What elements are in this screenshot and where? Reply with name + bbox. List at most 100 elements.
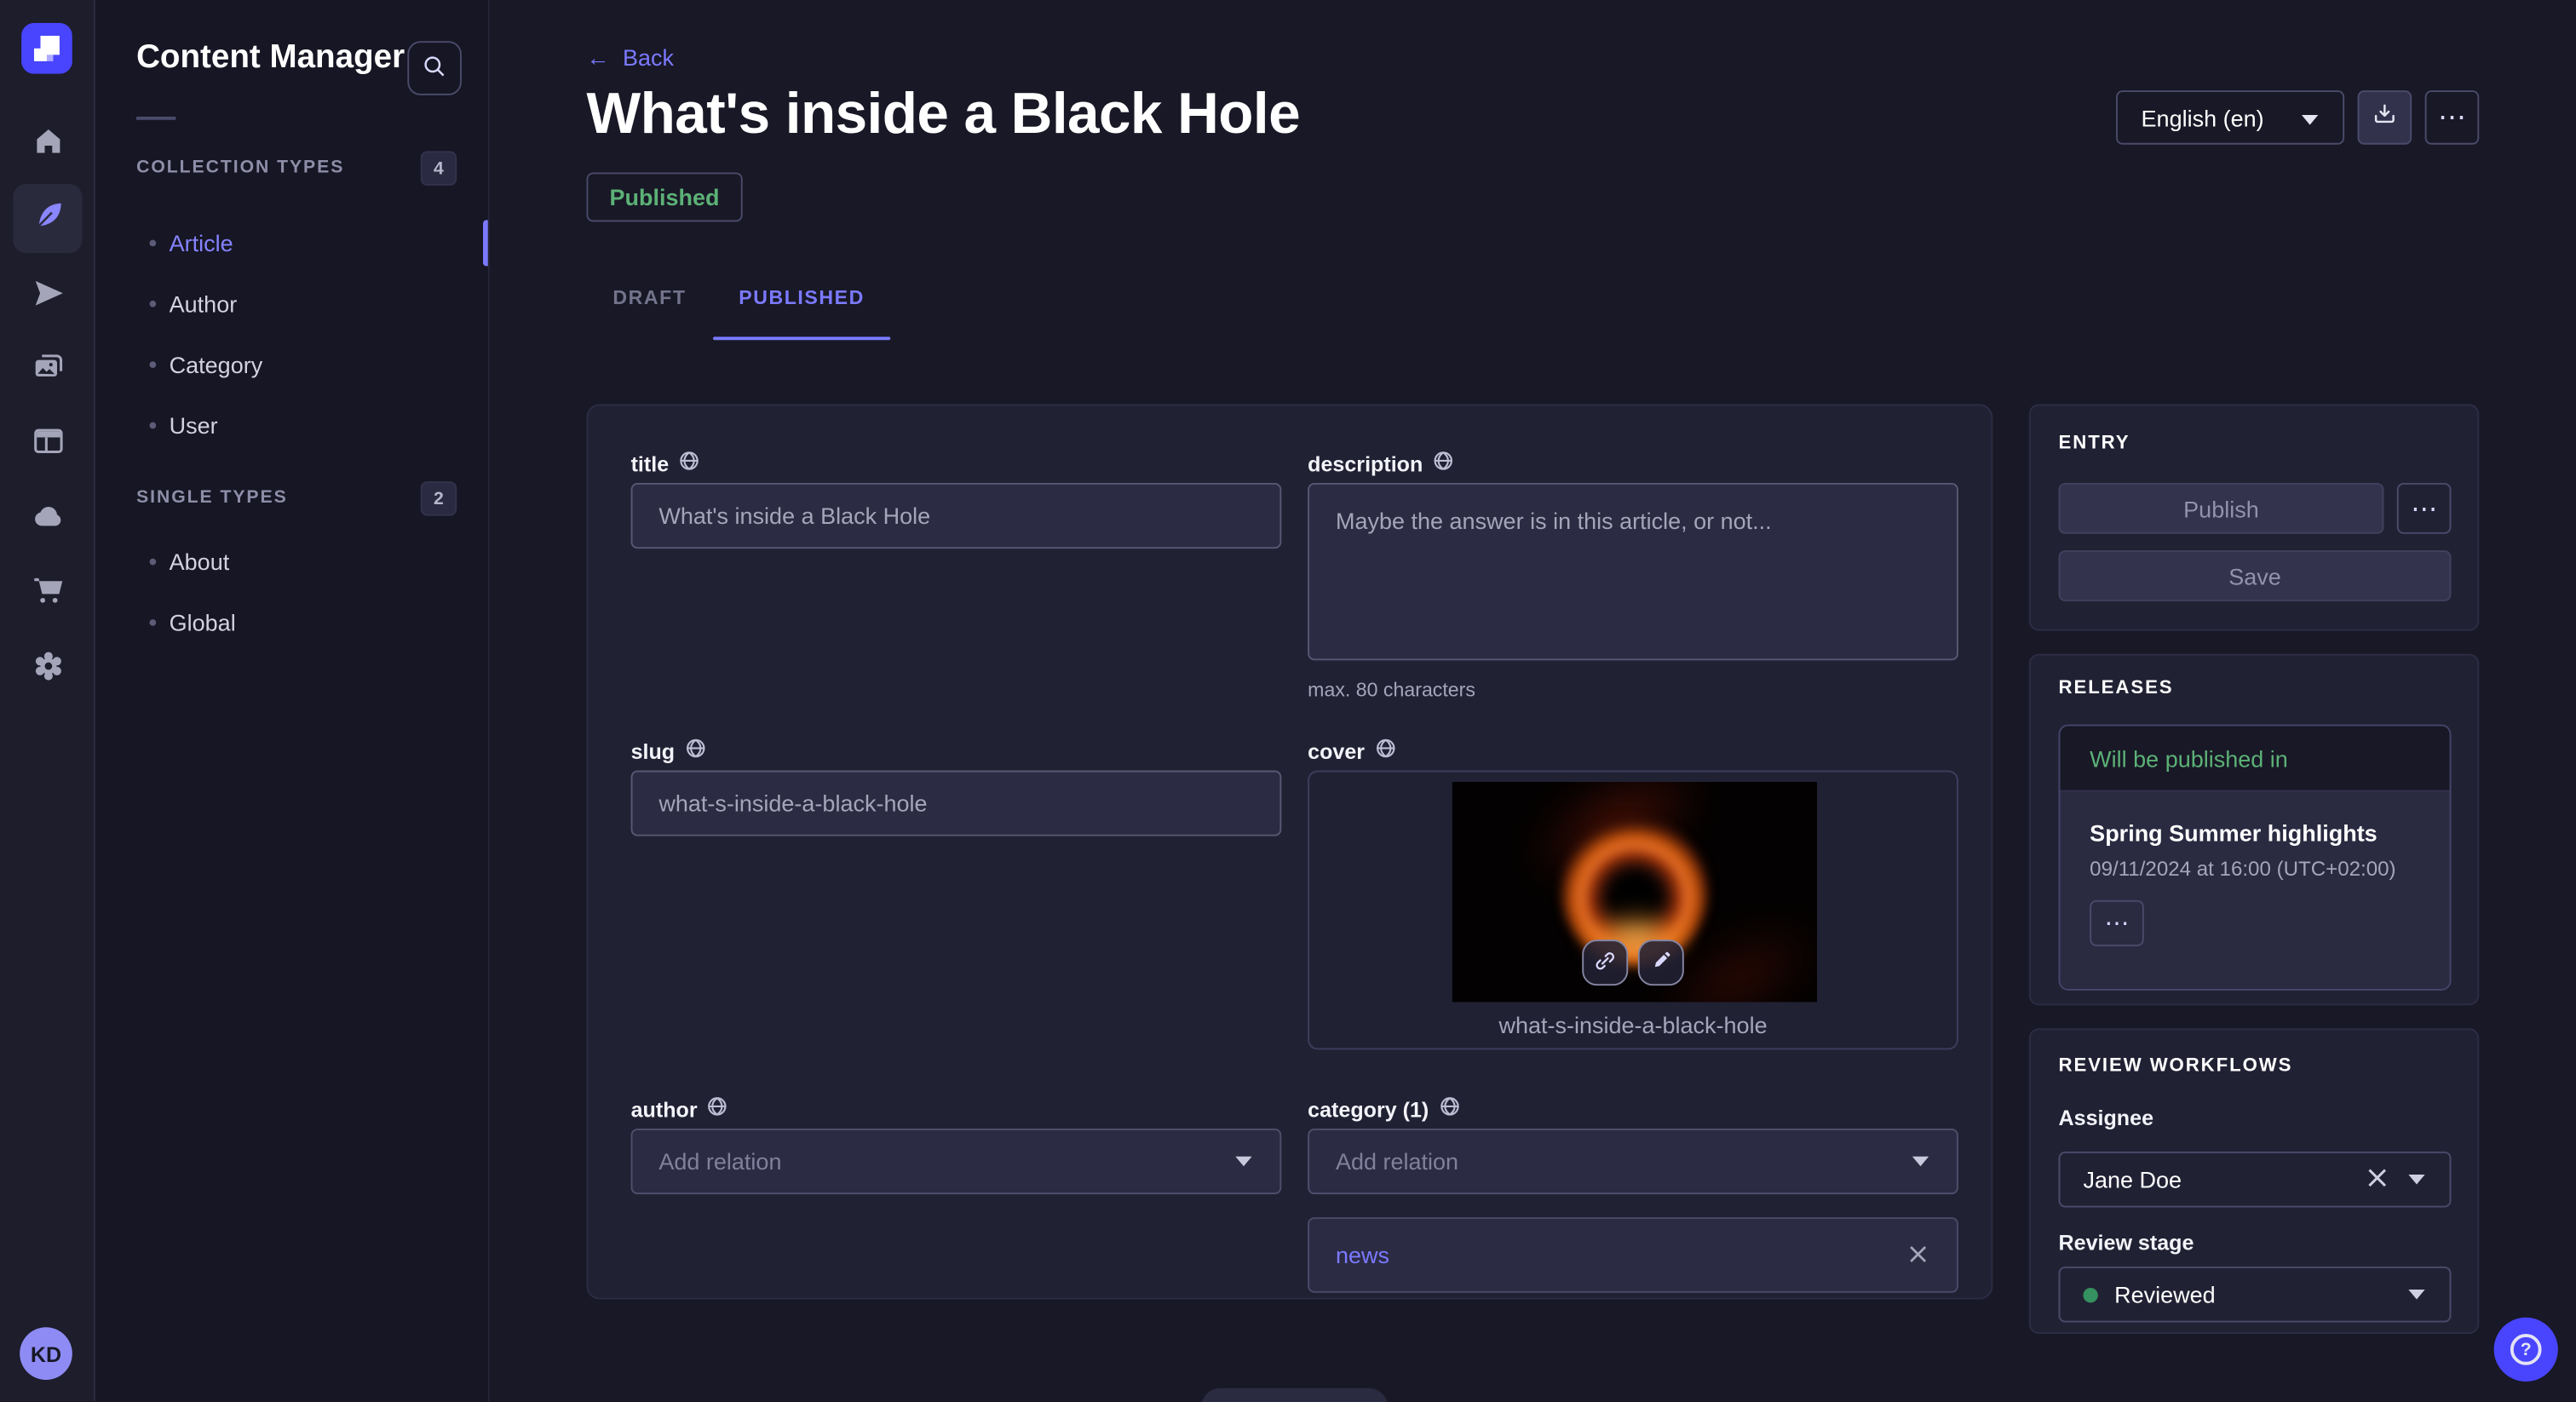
publish-button[interactable]: Publish bbox=[2059, 483, 2384, 534]
remove-relation-button[interactable] bbox=[1906, 1239, 1930, 1271]
field-cover: cover bbox=[1308, 738, 1958, 771]
download-icon bbox=[2371, 100, 2399, 135]
slug-input[interactable] bbox=[631, 771, 1282, 836]
strapi-logo[interactable] bbox=[21, 23, 72, 74]
sidebar-item-author[interactable]: Author bbox=[136, 284, 471, 324]
category-placeholder: Add relation bbox=[1336, 1148, 1458, 1175]
stage-value: Reviewed bbox=[2114, 1281, 2406, 1307]
sidebar-divider bbox=[136, 117, 175, 120]
field-cover-label: cover bbox=[1308, 738, 1365, 763]
edit-form-panel: title description Maybe the answer is in… bbox=[587, 404, 1993, 1299]
nav-releases-button[interactable] bbox=[13, 261, 82, 330]
releases-panel: RELEASES Will be published in Spring Sum… bbox=[2029, 654, 2479, 1006]
category-relation-select[interactable]: Add relation bbox=[1308, 1129, 1958, 1194]
pencil-icon bbox=[1648, 948, 1673, 978]
releases-panel-title: RELEASES bbox=[2059, 679, 2174, 698]
content-manager-sidebar: Content Manager COLLECTION TYPES 4 Artic… bbox=[95, 0, 490, 1401]
sidebar-item-label: About bbox=[170, 549, 230, 575]
sidebar-search-button[interactable] bbox=[407, 41, 462, 95]
review-workflows-panel: REVIEW WORKFLOWS Assignee Jane Doe Revie… bbox=[2029, 1028, 2479, 1334]
nav-home-button[interactable] bbox=[13, 110, 82, 179]
nav-content-manager-button[interactable] bbox=[13, 184, 82, 253]
field-slug-label: slug bbox=[631, 738, 676, 763]
title-input[interactable] bbox=[631, 483, 1282, 549]
globe-icon bbox=[1375, 738, 1396, 764]
nav-marketplace-button[interactable] bbox=[13, 559, 82, 628]
sidebar-item-label: Global bbox=[170, 610, 236, 636]
author-placeholder: Add relation bbox=[658, 1148, 781, 1175]
nav-media-library-button[interactable] bbox=[13, 335, 82, 404]
sidebar-item-user[interactable]: User bbox=[136, 405, 471, 445]
field-slug: slug bbox=[631, 738, 1282, 836]
nav-deploy-button[interactable] bbox=[13, 485, 82, 554]
cover-filename: what-s-inside-a-black-hole bbox=[1309, 1012, 1957, 1038]
chevron-down-icon bbox=[1233, 1146, 1253, 1176]
sidebar-item-about[interactable]: About bbox=[136, 542, 471, 581]
release-more-button[interactable]: ⋯ bbox=[2090, 900, 2144, 946]
clear-assignee-button[interactable] bbox=[2364, 1164, 2390, 1195]
sidebar-item-category[interactable]: Category bbox=[136, 345, 471, 384]
release-name[interactable]: Spring Summer highlights bbox=[2090, 819, 2420, 846]
more-icon: ⋯ bbox=[2105, 909, 2130, 939]
field-description-label: description bbox=[1308, 451, 1423, 475]
sidebar-item-label: Author bbox=[170, 290, 238, 317]
field-category: category (1) Add relation news bbox=[1308, 1095, 1958, 1292]
cover-edit-button[interactable] bbox=[1638, 939, 1684, 985]
sidebar-item-global[interactable]: Global bbox=[136, 603, 471, 642]
back-link[interactable]: ← Back bbox=[587, 44, 674, 71]
globe-icon bbox=[685, 738, 706, 764]
entry-panel: ENTRY Publish ⋯ Save bbox=[2029, 404, 2479, 630]
entry-panel-title: ENTRY bbox=[2059, 434, 2130, 453]
release-datetime: 09/11/2024 at 16:00 (UTC+02:00) bbox=[2090, 858, 2420, 881]
review-stage-select[interactable]: Reviewed bbox=[2059, 1267, 2452, 1323]
cover-copy-link-button[interactable] bbox=[1582, 939, 1628, 985]
nav-content-type-builder-button[interactable] bbox=[13, 409, 82, 478]
globe-icon bbox=[1439, 1095, 1460, 1122]
description-hint: max. 80 characters bbox=[1308, 679, 1958, 702]
tab-published[interactable]: PUBLISHED bbox=[712, 273, 890, 340]
bullet-icon bbox=[150, 422, 157, 429]
globe-icon bbox=[707, 1095, 728, 1122]
save-button[interactable]: Save bbox=[2059, 550, 2452, 601]
collapsed-component-pill[interactable] bbox=[1201, 1388, 1389, 1402]
user-avatar[interactable]: KD bbox=[20, 1327, 72, 1380]
single-types-count-badge: 2 bbox=[421, 481, 457, 516]
bullet-icon bbox=[150, 559, 157, 566]
version-tabs: DRAFT PUBLISHED bbox=[587, 273, 891, 340]
sidebar-item-label: Category bbox=[170, 352, 263, 378]
section-label-collection-types: COLLECTION TYPES bbox=[136, 158, 344, 177]
relation-link[interactable]: news bbox=[1336, 1242, 1389, 1268]
gear-icon bbox=[31, 649, 66, 688]
bullet-icon bbox=[150, 619, 157, 626]
main-content: ← Back What's inside a Black Hole Publis… bbox=[490, 0, 2576, 1401]
globe-icon bbox=[679, 450, 700, 476]
help-icon: ? bbox=[2510, 1334, 2542, 1365]
back-arrow-icon: ← bbox=[587, 44, 610, 71]
chevron-down-icon bbox=[2300, 104, 2320, 130]
review-panel-title: REVIEW WORKFLOWS bbox=[2059, 1056, 2293, 1076]
locale-select[interactable]: English (en) bbox=[2117, 90, 2345, 145]
sidebar-title: Content Manager bbox=[136, 39, 405, 77]
section-label-single-types: SINGLE TYPES bbox=[136, 488, 288, 508]
more-actions-button[interactable]: ⋯ bbox=[2425, 90, 2480, 145]
field-title-label: title bbox=[631, 451, 670, 475]
field-title: title bbox=[631, 450, 1282, 549]
home-icon bbox=[31, 125, 66, 164]
tab-draft[interactable]: DRAFT bbox=[587, 273, 713, 340]
review-stage-label: Review stage bbox=[2059, 1231, 2194, 1255]
help-button[interactable]: ? bbox=[2494, 1318, 2558, 1382]
sidebar-item-article[interactable]: Article bbox=[136, 223, 471, 262]
close-icon bbox=[1909, 1243, 1927, 1267]
author-relation-select[interactable]: Add relation bbox=[631, 1129, 1282, 1194]
header-actions: English (en) ⋯ bbox=[2117, 90, 2480, 145]
category-relation-news: news bbox=[1308, 1217, 1958, 1293]
assignee-label: Assignee bbox=[2059, 1106, 2153, 1130]
description-textarea[interactable]: Maybe the answer is in this article, or … bbox=[1308, 483, 1958, 660]
nav-settings-button[interactable] bbox=[13, 634, 82, 703]
layout-icon bbox=[31, 424, 66, 463]
main-nav-rail: KD bbox=[0, 0, 95, 1401]
assignee-combobox[interactable]: Jane Doe bbox=[2059, 1152, 2452, 1208]
chevron-down-icon bbox=[1911, 1146, 1930, 1176]
entry-more-button[interactable]: ⋯ bbox=[2397, 483, 2452, 534]
download-button[interactable] bbox=[2358, 90, 2412, 145]
